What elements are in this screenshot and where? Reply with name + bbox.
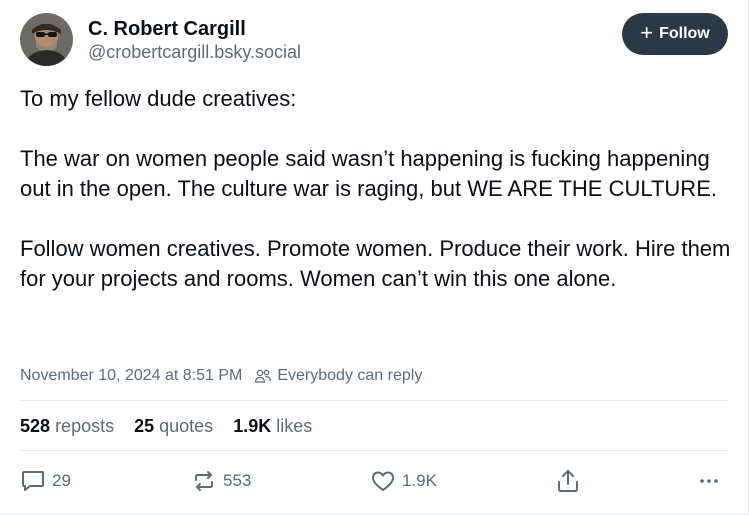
share-button[interactable]: [555, 466, 581, 496]
share-icon: [555, 468, 581, 494]
author-handle[interactable]: @crobertcargill.bsky.social: [88, 42, 301, 63]
author-name[interactable]: C. Robert Cargill: [88, 18, 246, 41]
follow-button-label: Follow: [659, 25, 710, 42]
reposts-stat[interactable]: 528 reposts: [20, 416, 114, 437]
likes-count: 1.9K: [233, 415, 272, 436]
avatar[interactable]: [20, 13, 73, 66]
quotes-label: quotes: [159, 415, 214, 436]
heart-icon: [370, 469, 396, 493]
reply-count: 29: [52, 471, 71, 490]
people-icon: [254, 368, 272, 384]
post-paragraph: Follow women creatives. Promote women. P…: [20, 236, 731, 291]
post-stats: 528 reposts 25 quotes 1.9K likes: [20, 414, 332, 438]
reply-setting[interactable]: Everybody can reply: [277, 367, 422, 385]
post-meta: November 10, 2024 at 8:51 PM Everybody c…: [20, 366, 422, 386]
quotes-count: 25: [134, 415, 155, 436]
reposts-count: 528: [20, 415, 51, 436]
like-count: 1.9K: [402, 471, 437, 490]
repost-count: 553: [223, 471, 252, 490]
reposts-label: reposts: [55, 415, 115, 436]
likes-label: likes: [276, 415, 313, 436]
more-dots-icon: [697, 469, 721, 493]
more-button[interactable]: [697, 466, 721, 496]
divider: [20, 400, 728, 401]
likes-stat[interactable]: 1.9K likes: [233, 416, 312, 437]
divider: [20, 450, 728, 451]
post-text: To my fellow dude creatives: The war on …: [20, 84, 735, 294]
post-header: C. Robert Cargill @crobertcargill.bsky.s…: [20, 13, 730, 67]
post-timestamp[interactable]: November 10, 2024 at 8:51 PM: [20, 367, 242, 385]
quotes-stat[interactable]: 25 quotes: [134, 416, 213, 437]
plus-icon: +: [640, 20, 654, 45]
avatar-image: [20, 13, 73, 66]
reply-bubble-icon: [20, 469, 46, 493]
post-paragraph: To my fellow dude creatives:: [20, 86, 297, 111]
repost-button[interactable]: 553: [191, 466, 251, 496]
like-button[interactable]: 1.9K: [370, 466, 437, 496]
follow-button[interactable]: + Follow: [622, 13, 728, 55]
repost-icon: [191, 469, 217, 493]
reply-button[interactable]: 29: [20, 466, 71, 496]
post-card: C. Robert Cargill @crobertcargill.bsky.s…: [0, 0, 749, 515]
post-actions: 29 553 1.9K: [20, 466, 730, 496]
post-paragraph: The war on women people said wasn’t happ…: [20, 146, 717, 201]
